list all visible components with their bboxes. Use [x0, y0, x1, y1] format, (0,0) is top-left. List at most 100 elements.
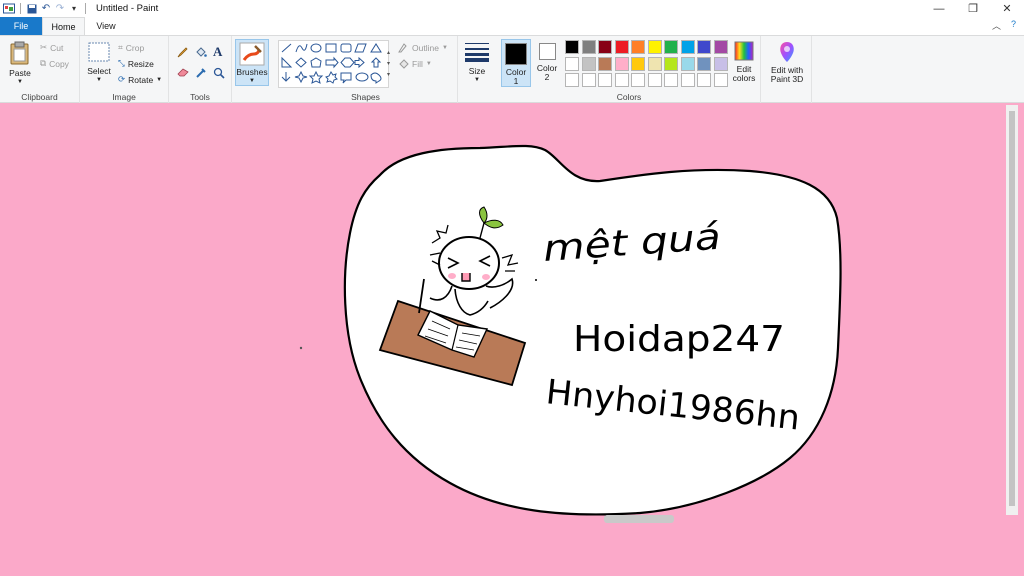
palette-swatch[interactable] — [664, 56, 678, 71]
palette-swatch[interactable] — [598, 73, 612, 87]
redo-icon[interactable]: ↷ — [53, 2, 67, 16]
colors-group-label: Colors — [616, 92, 642, 102]
palette-swatch[interactable] — [647, 40, 662, 54]
window-title: Untitled - Paint — [96, 3, 159, 14]
palette-swatch[interactable] — [664, 40, 678, 54]
palette-swatch[interactable] — [664, 73, 678, 87]
resize-button[interactable]: ⤡ Resize — [118, 58, 154, 69]
palette-swatch[interactable] — [697, 73, 711, 87]
fill-icon — [398, 58, 409, 69]
crop-button[interactable]: ⌗ Crop — [118, 42, 144, 53]
canvas-resize-handle[interactable] — [604, 515, 674, 523]
collapse-ribbon-icon[interactable]: ︿ — [992, 19, 1001, 32]
palette-swatch[interactable] — [647, 56, 662, 71]
palette-swatch[interactable] — [713, 40, 728, 54]
brushes-button[interactable]: Brushes ▼ — [235, 39, 269, 86]
copy-button[interactable]: ⧉ Copy — [40, 58, 69, 69]
palette-swatch[interactable] — [647, 73, 662, 87]
outline-dropdown[interactable]: Outline ▼ — [398, 42, 448, 53]
copy-label: Copy — [49, 58, 69, 69]
fill-bucket-icon[interactable] — [195, 46, 207, 58]
palette-swatch[interactable] — [581, 40, 596, 54]
cut-button[interactable]: ✂ Cut — [40, 42, 63, 53]
palette-swatch[interactable] — [598, 40, 612, 54]
palette-swatch[interactable] — [680, 73, 695, 87]
palette-swatch[interactable] — [680, 56, 695, 71]
palette-swatch[interactable] — [631, 73, 645, 87]
chevron-down-icon: ▼ — [156, 76, 163, 83]
scrollbar-thumb[interactable] — [1009, 111, 1015, 506]
palette-swatch[interactable] — [614, 73, 629, 87]
palette-swatch[interactable] — [565, 73, 579, 87]
paint3d-label-2: Paint 3D — [770, 74, 804, 84]
tools-group-label: Tools — [190, 92, 210, 102]
copy-icon: ⧉ — [40, 58, 47, 68]
shapes-group-label: Shapes — [351, 92, 380, 102]
canvas-area[interactable]: mệt quá Hoidap247 Hnyhoi1986hn — [0, 103, 1024, 576]
edit-colors-button[interactable]: Edit colors — [730, 41, 758, 83]
palette-swatch[interactable] — [614, 56, 629, 71]
resize-icon: ⤡ — [118, 58, 125, 68]
palette-swatch[interactable] — [697, 40, 711, 54]
palette-swatch[interactable] — [680, 40, 695, 54]
pencil-icon[interactable] — [177, 46, 189, 58]
close-button[interactable]: ✕ — [990, 0, 1024, 17]
text-tool-icon[interactable]: A — [213, 44, 222, 60]
color2-button[interactable]: Color 2 — [534, 43, 560, 82]
chevron-down-icon: ▼ — [474, 77, 480, 83]
chevron-down-icon: ▼ — [425, 60, 432, 67]
palette-swatch[interactable] — [581, 73, 596, 87]
minimize-button[interactable]: — — [922, 0, 956, 17]
size-button[interactable]: Size ▼ — [462, 42, 492, 85]
help-icon[interactable]: ? — [1011, 19, 1016, 32]
outline-icon — [398, 42, 409, 53]
restore-button[interactable]: ❐ — [956, 0, 990, 17]
tools-group: A Tools — [169, 36, 232, 103]
undo-icon[interactable]: ↶ — [39, 2, 53, 16]
palette-swatch[interactable] — [581, 56, 596, 71]
palette-swatch[interactable] — [565, 56, 579, 71]
rotate-button[interactable]: ⟳ Rotate ▼ — [118, 74, 162, 85]
paste-button[interactable]: Paste ▼ — [6, 41, 34, 87]
crop-label: Crop — [125, 42, 145, 53]
color-picker-icon[interactable] — [195, 67, 207, 79]
color1-button[interactable]: Color 1 — [501, 39, 531, 87]
blush-right — [482, 274, 490, 280]
palette-swatch[interactable] — [713, 56, 728, 71]
fill-dropdown[interactable]: Fill ▼ — [398, 58, 432, 69]
palette-swatch[interactable] — [614, 40, 629, 54]
stray-dot — [299, 346, 303, 350]
ribbon: Paste ▼ ✂ Cut ⧉ Copy Clipboard Select ▼ — [0, 35, 1024, 103]
gallery-scroll-icon[interactable]: ▴ ▾ ▾ — [387, 48, 390, 81]
eraser-icon[interactable] — [177, 67, 189, 77]
save-icon[interactable] — [25, 2, 39, 16]
rotate-label: Rotate — [128, 74, 154, 85]
select-button[interactable]: Select ▼ — [85, 42, 113, 85]
colors-group: Color 1 Color 2 Edit colors Colors — [498, 36, 761, 103]
palette-swatch[interactable] — [631, 40, 645, 54]
palette-swatch[interactable] — [697, 56, 711, 71]
clipboard-group: Paste ▼ ✂ Cut ⧉ Copy Clipboard — [0, 36, 80, 103]
tab-home[interactable]: Home — [42, 17, 85, 35]
customize-toolbar-icon[interactable]: ▾ — [67, 2, 81, 16]
palette-swatch[interactable] — [565, 40, 579, 54]
ribbon-tabs: File Home View ︿ ? — [0, 17, 1024, 35]
resize-label: Resize — [127, 58, 154, 69]
cut-label: Cut — [50, 42, 64, 53]
face-mouth — [461, 273, 471, 282]
edit-with-paint3d-button[interactable]: Edit with Paint 3D — [764, 41, 810, 84]
brush-icon — [239, 42, 265, 66]
vertical-scrollbar[interactable] — [1006, 105, 1018, 515]
palette-swatch[interactable] — [631, 56, 645, 71]
tab-view[interactable]: View — [85, 17, 127, 35]
magnifier-icon[interactable] — [213, 67, 225, 79]
title-bar: ↶ ↷ ▾ Untitled - Paint — ❐ ✕ — [0, 0, 1024, 17]
palette-swatch[interactable] — [713, 73, 728, 87]
shapes-gallery-icons — [281, 43, 382, 84]
palette-swatch[interactable] — [598, 56, 612, 71]
shapes-gallery[interactable] — [278, 40, 389, 88]
drawing-canvas[interactable]: mệt quá Hoidap247 Hnyhoi1986hn — [0, 103, 1024, 576]
brushes-group: Brushes ▼ — [232, 36, 274, 103]
tab-file[interactable]: File — [0, 17, 42, 35]
color2-number: 2 — [544, 72, 550, 82]
